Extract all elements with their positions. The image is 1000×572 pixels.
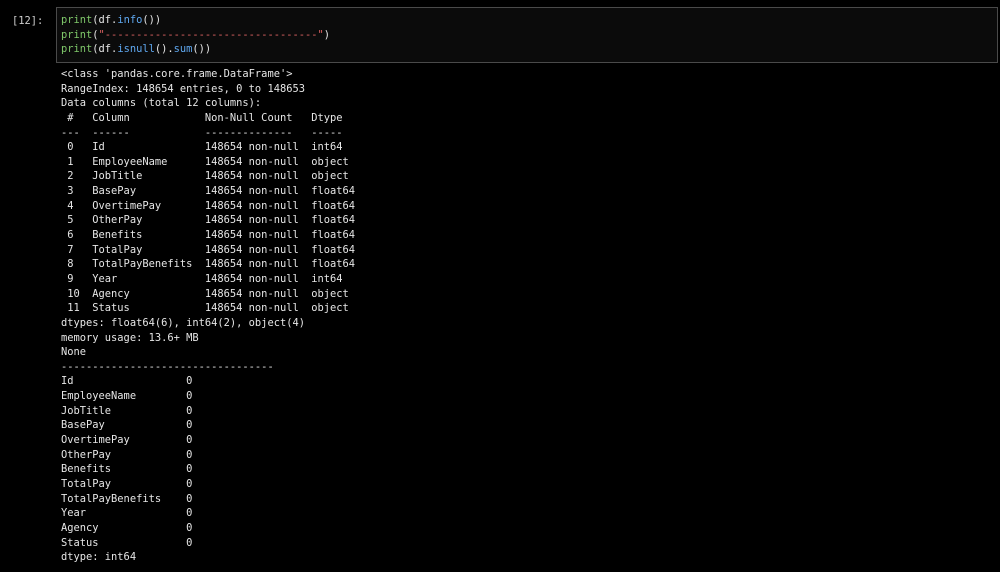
code-token: info [117, 14, 143, 26]
output-line: JobTitle 0 [61, 404, 193, 417]
code-lines: print(df.info()) print("-----------------… [61, 13, 330, 57]
output-line: TotalPay 0 [61, 477, 193, 490]
code-token: print [61, 28, 93, 41]
notebook-cell: [12]: print(df.info()) print("-----------… [0, 0, 1000, 572]
output-line: OtherPay 0 [61, 448, 193, 461]
output-line: Status 0 [61, 536, 193, 549]
output-line: None [61, 346, 87, 359]
code-token: (df. [92, 14, 118, 26]
output-line: 9 Year 148654 non-null int64 [61, 272, 356, 285]
output-line: 8 TotalPayBenefits 148654 non-null float… [61, 258, 356, 271]
output-line: 6 Benefits 148654 non-null float64 [61, 229, 356, 242]
output-line: 11 Status 148654 non-null object [61, 302, 356, 315]
output-line: 2 JobTitle 148654 non-null object [61, 170, 356, 183]
output-line: Year 0 [61, 507, 193, 520]
output-line: memory usage: 13.6+ MB [61, 331, 199, 344]
output-line: OvertimePay 0 [61, 434, 193, 447]
code-token: "----------------------------------" [98, 28, 324, 41]
code-line: print(df.info()) [61, 13, 330, 28]
output-line: Benefits 0 [61, 463, 193, 476]
code-token: ()) [192, 43, 212, 56]
output-line: 3 BasePay 148654 non-null float64 [61, 185, 356, 198]
code-token: ()) [142, 14, 162, 26]
code-token: sum [173, 43, 193, 56]
code-token: print [61, 43, 93, 56]
output-line: Data columns (total 12 columns): [61, 97, 262, 110]
output-line: 5 OtherPay 148654 non-null float64 [61, 214, 356, 227]
cell-output: <class 'pandas.core.frame.DataFrame'> Ran… [61, 67, 991, 565]
execution-count-prompt: [12]: [12, 15, 44, 27]
output-line: <class 'pandas.core.frame.DataFrame'> [61, 68, 293, 80]
output-line: 4 OvertimePay 148654 non-null float64 [61, 199, 356, 212]
code-token: isnull [117, 43, 155, 56]
code-token: (). [154, 43, 174, 56]
output-line: RangeIndex: 148654 entries, 0 to 148653 [61, 82, 305, 95]
output-line: dtype: int64 [61, 551, 137, 564]
output-line: 0 Id 148654 non-null int64 [61, 141, 356, 154]
output-line: --- ------ -------------- ----- [61, 126, 356, 139]
code-line: print("---------------------------------… [61, 28, 330, 43]
code-editor[interactable]: print(df.info()) print("-----------------… [56, 7, 998, 63]
code-token: print [61, 14, 93, 26]
output-line: dtypes: float64(6), int64(2), object(4) [61, 316, 305, 329]
output-line: Id 0 [61, 375, 193, 388]
output-line: 1 EmployeeName 148654 non-null object [61, 155, 356, 168]
output-line: TotalPayBenefits 0 [61, 492, 193, 505]
output-line: ---------------------------------- [61, 360, 274, 373]
code-line: print(df.isnull().sum()) [61, 42, 330, 57]
output-line: 10 Agency 148654 non-null object [61, 287, 356, 300]
code-token: (df. [92, 43, 118, 56]
output-line: Agency 0 [61, 521, 193, 534]
output-line: # Column Non-Null Count Dtype [61, 111, 356, 124]
output-line: EmployeeName 0 [61, 390, 193, 403]
output-line: BasePay 0 [61, 419, 193, 432]
output-line: 7 TotalPay 148654 non-null float64 [61, 243, 356, 256]
code-token: ) [323, 28, 331, 41]
